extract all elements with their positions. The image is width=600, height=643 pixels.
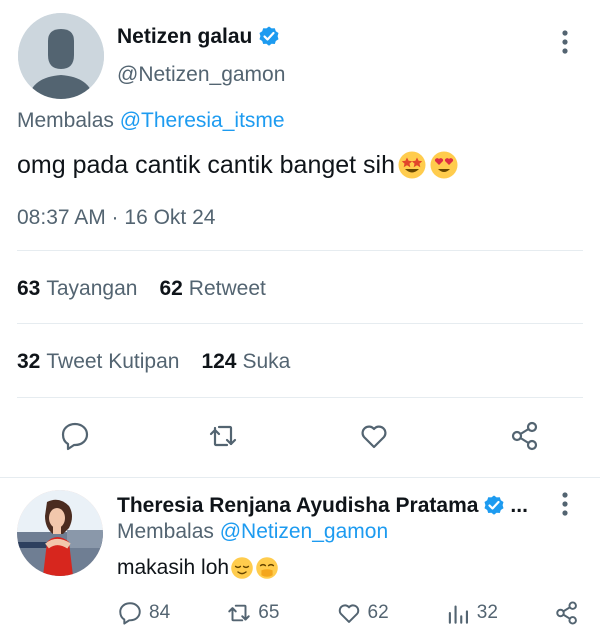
author-handle[interactable]: @Netizen_gamon (117, 63, 285, 87)
replying-to-prefix: Membalas (17, 109, 114, 132)
retweets-stat[interactable]: 62 Retweet (159, 277, 265, 301)
replying-to-prefix: Membalas (117, 520, 214, 543)
likes-stat[interactable]: 124 Suka (201, 350, 290, 374)
divider (17, 323, 583, 324)
profile-photo-icon (17, 490, 103, 576)
replying-to-line: Membalas @Theresia_itsme (17, 109, 285, 133)
tweet-body: omg pada cantik cantik banget sih (17, 150, 459, 180)
verified-badge-icon (484, 495, 504, 515)
divider (17, 250, 583, 251)
views-chart-icon (448, 605, 468, 624)
verified-badge-icon (259, 26, 279, 46)
like-count: 62 (367, 602, 389, 623)
tweet-text: omg pada cantik cantik banget sih (17, 150, 396, 179)
share-icon (556, 601, 577, 625)
replying-to-mention-link[interactable]: @Theresia_itsme (120, 109, 285, 132)
reply-action-bar: 84 65 62 32 (117, 600, 580, 626)
replying-to-mention-link[interactable]: @Netizen_gamon (220, 520, 388, 543)
views-stat[interactable]: 63 Tayangan (17, 277, 137, 301)
reply-author-avatar[interactable] (17, 490, 103, 576)
retweet-button[interactable]: 65 (226, 600, 279, 626)
reply-icon (119, 602, 141, 625)
divider (17, 397, 583, 398)
reply-body: makasih loh (117, 556, 279, 580)
author-name[interactable]: Netizen galau (117, 25, 281, 49)
like-button[interactable]: 62 (336, 600, 389, 626)
retweet-icon (228, 604, 250, 622)
author-avatar[interactable] (18, 13, 104, 99)
stats-row-1: 63 Tayangan 62 Retweet (17, 277, 266, 301)
like-heart-icon (338, 604, 359, 623)
retweet-icon[interactable] (207, 420, 239, 452)
name-truncation-ellipsis: ... (510, 494, 528, 517)
reply-button[interactable]: 84 (117, 600, 170, 626)
heart-eyes-emoji-icon (430, 151, 458, 179)
views-count: 32 (476, 602, 498, 623)
author-name-text[interactable]: Netizen galau (117, 25, 252, 49)
more-options-icon[interactable] (552, 28, 578, 56)
tweet-timestamp[interactable]: 08:37 AM · 16 Okt 24 (17, 206, 215, 230)
share-button[interactable] (554, 600, 580, 626)
default-avatar-icon (18, 13, 104, 99)
divider (0, 477, 600, 478)
like-heart-icon[interactable] (358, 420, 390, 452)
star-struck-emoji-icon (398, 151, 426, 179)
views-button[interactable]: 32 (445, 600, 498, 626)
reply-replying-to-line: Membalas @Netizen_gamon (117, 520, 388, 544)
stats-row-2: 32 Tweet Kutipan 124 Suka (17, 350, 290, 374)
share-icon[interactable] (509, 420, 541, 452)
retweet-count: 65 (258, 602, 280, 623)
reply-author-name-text[interactable]: Theresia Renjana Ayudisha Pratama (117, 494, 478, 518)
relieved-face-emoji-icon (231, 557, 253, 579)
reply-text: makasih loh (117, 556, 230, 579)
reply-icon[interactable] (59, 420, 91, 452)
hand-over-mouth-emoji-icon (256, 557, 278, 579)
more-options-icon[interactable] (552, 490, 578, 518)
quote-tweets-stat[interactable]: 32 Tweet Kutipan (17, 350, 179, 374)
reply-count: 84 (149, 602, 171, 623)
reply-author-name[interactable]: Theresia Renjana Ayudisha Pratama ... (117, 494, 528, 518)
